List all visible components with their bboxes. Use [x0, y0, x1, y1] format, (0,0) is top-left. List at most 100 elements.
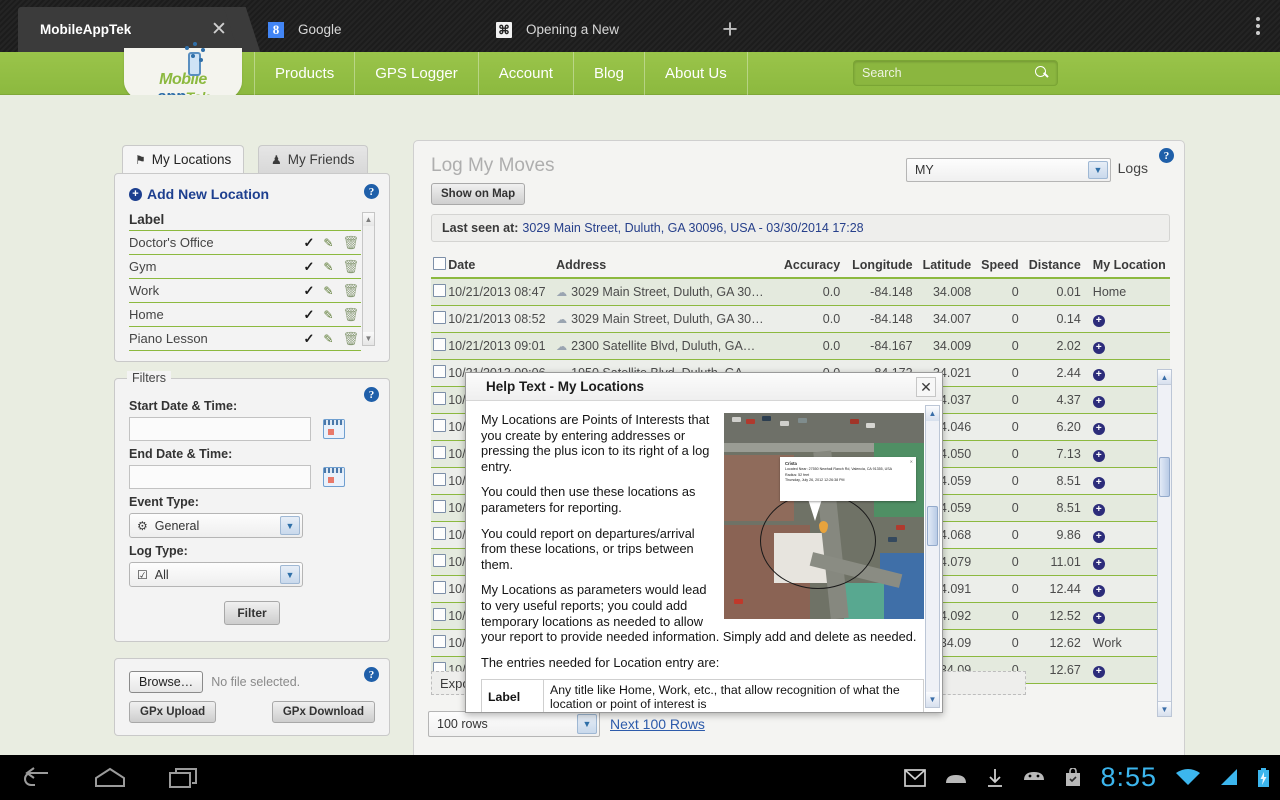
- row-checkbox[interactable]: [433, 581, 447, 594]
- edit-icon[interactable]: ✎: [323, 332, 333, 346]
- row-checkbox-cell[interactable]: [431, 305, 449, 333]
- edit-icon[interactable]: ✎: [323, 284, 333, 298]
- browse-button[interactable]: Browse…: [129, 671, 204, 693]
- rows-per-page-select[interactable]: 100 rows ▼: [428, 711, 600, 737]
- check-icon[interactable]: ✓: [304, 259, 315, 275]
- chevron-down-icon[interactable]: ▼: [280, 516, 300, 535]
- scroll-down-icon[interactable]: ▼: [926, 692, 939, 707]
- cell-my-location[interactable]: +: [1092, 332, 1170, 360]
- row-checkbox[interactable]: [433, 419, 447, 432]
- check-icon[interactable]: ✓: [304, 331, 315, 347]
- row-checkbox[interactable]: [433, 500, 447, 513]
- gmail-icon[interactable]: [904, 768, 927, 787]
- trash-icon[interactable]: 🗑: [342, 307, 359, 323]
- keyboard-icon[interactable]: [944, 771, 968, 785]
- col-date[interactable]: Date: [448, 255, 557, 279]
- location-row[interactable]: Work ✓ ✎ 🗑: [129, 279, 361, 303]
- row-checkbox-cell[interactable]: [431, 575, 449, 603]
- row-checkbox-cell[interactable]: [431, 548, 449, 576]
- chevron-down-icon[interactable]: ▼: [280, 565, 300, 584]
- filter-button[interactable]: Filter: [224, 601, 280, 625]
- row-checkbox-cell[interactable]: [431, 602, 449, 630]
- end-date-input[interactable]: [129, 465, 311, 489]
- add-location-plus-icon[interactable]: +: [1092, 395, 1105, 408]
- nav-link-products[interactable]: Products: [254, 52, 356, 95]
- nav-link-gps-logger[interactable]: GPS Logger: [355, 52, 479, 95]
- row-checkbox-cell[interactable]: [431, 359, 449, 387]
- sidebar-tab-my-locations[interactable]: ⚑ My Locations: [122, 145, 245, 173]
- row-checkbox[interactable]: [433, 338, 447, 351]
- browser-tab-google[interactable]: 8 Google: [250, 7, 468, 52]
- nav-link-about-us[interactable]: About Us: [645, 52, 748, 95]
- locations-scrollbar[interactable]: ▲ ▼: [362, 212, 375, 346]
- select-all-header[interactable]: [431, 255, 449, 279]
- row-checkbox[interactable]: [433, 635, 447, 648]
- add-new-location-button[interactable]: + Add New Location: [129, 186, 375, 202]
- nav-link-account[interactable]: Account: [479, 52, 574, 95]
- edit-icon[interactable]: ✎: [323, 308, 333, 322]
- add-location-plus-icon[interactable]: +: [1092, 611, 1105, 624]
- search-icon[interactable]: [1035, 66, 1049, 80]
- gpx-upload-button[interactable]: GPx Upload: [129, 701, 217, 723]
- row-checkbox-cell[interactable]: [431, 629, 449, 657]
- add-location-plus-icon[interactable]: +: [1092, 476, 1105, 489]
- trash-icon[interactable]: 🗑: [342, 259, 359, 275]
- event-type-select[interactable]: ⚙ General ▼: [129, 513, 303, 538]
- add-location-plus-icon[interactable]: +: [1092, 341, 1105, 354]
- col-address[interactable]: Address: [556, 255, 784, 279]
- add-location-plus-icon[interactable]: +: [1092, 449, 1105, 462]
- row-checkbox-cell[interactable]: [431, 440, 449, 468]
- row-checkbox[interactable]: [433, 473, 447, 486]
- add-location-plus-icon[interactable]: +: [1092, 422, 1105, 435]
- recents-icon[interactable]: [168, 767, 200, 789]
- check-icon[interactable]: ✓: [304, 283, 315, 299]
- add-location-plus-icon[interactable]: +: [1092, 530, 1105, 543]
- calendar-icon-end[interactable]: [323, 467, 346, 487]
- download-icon[interactable]: [986, 768, 1004, 788]
- col-accuracy[interactable]: Accuracy: [783, 255, 853, 279]
- col-my-location[interactable]: My Location: [1092, 255, 1170, 279]
- scroll-up-icon[interactable]: ▲: [926, 406, 939, 421]
- tab-close-icon[interactable]: ✕: [210, 20, 228, 39]
- start-date-input[interactable]: [129, 417, 311, 441]
- gpx-download-button[interactable]: GPx Download: [271, 701, 375, 723]
- table-row[interactable]: 10/21/2013 09:01 ☁ 2300 Satellite Blvd, Du…: [431, 332, 1170, 360]
- chevron-down-icon[interactable]: ▼: [577, 714, 597, 734]
- table-row[interactable]: 10/21/2013 08:47 ☁ 3029 Main Street, Dulut…: [431, 278, 1170, 306]
- col-latitude[interactable]: Latitude: [922, 255, 982, 279]
- nav-link-blog[interactable]: Blog: [574, 52, 645, 95]
- help-icon-upload[interactable]: ?: [364, 667, 379, 682]
- add-location-plus-icon[interactable]: +: [1092, 584, 1105, 597]
- row-checkbox[interactable]: [433, 446, 447, 459]
- row-checkbox[interactable]: [433, 284, 447, 297]
- row-checkbox[interactable]: [433, 554, 447, 567]
- row-checkbox[interactable]: [433, 392, 447, 405]
- scroll-down-icon[interactable]: ▼: [363, 332, 374, 345]
- modal-scrollbar[interactable]: ▲ ▼: [925, 405, 940, 708]
- col-longitude[interactable]: Longitude: [852, 255, 923, 279]
- new-tab-button[interactable]: +: [706, 7, 754, 52]
- table-row[interactable]: 10/21/2013 08:52 ☁ 3029 Main Street, Dulut…: [431, 305, 1170, 333]
- row-checkbox-cell[interactable]: [431, 494, 449, 522]
- location-row[interactable]: Home ✓ ✎ 🗑: [129, 303, 361, 327]
- row-checkbox[interactable]: [433, 311, 447, 324]
- site-search[interactable]: [853, 60, 1058, 86]
- search-input[interactable]: [862, 66, 1035, 80]
- chevron-down-icon[interactable]: ▼: [1088, 161, 1108, 179]
- check-icon[interactable]: ✓: [304, 235, 315, 251]
- trash-icon[interactable]: 🗑: [342, 283, 359, 299]
- help-icon-filters[interactable]: ?: [364, 387, 379, 402]
- row-checkbox-cell[interactable]: [431, 332, 449, 360]
- android-icon[interactable]: [1022, 770, 1046, 785]
- show-on-map-button[interactable]: Show on Map: [431, 183, 526, 205]
- add-location-plus-icon[interactable]: +: [1092, 557, 1105, 570]
- help-icon-locations[interactable]: ?: [364, 184, 379, 199]
- scroll-thumb[interactable]: [1159, 457, 1170, 497]
- next-rows-link[interactable]: Next 100 Rows: [610, 716, 705, 732]
- row-checkbox[interactable]: [433, 608, 447, 621]
- home-icon[interactable]: [94, 767, 126, 789]
- add-location-plus-icon[interactable]: +: [1092, 665, 1105, 678]
- row-checkbox-cell[interactable]: [431, 521, 449, 549]
- scroll-down-icon[interactable]: ▼: [1158, 701, 1171, 716]
- last-seen-link[interactable]: 3029 Main Street, Duluth, GA 30096, USA …: [522, 221, 863, 235]
